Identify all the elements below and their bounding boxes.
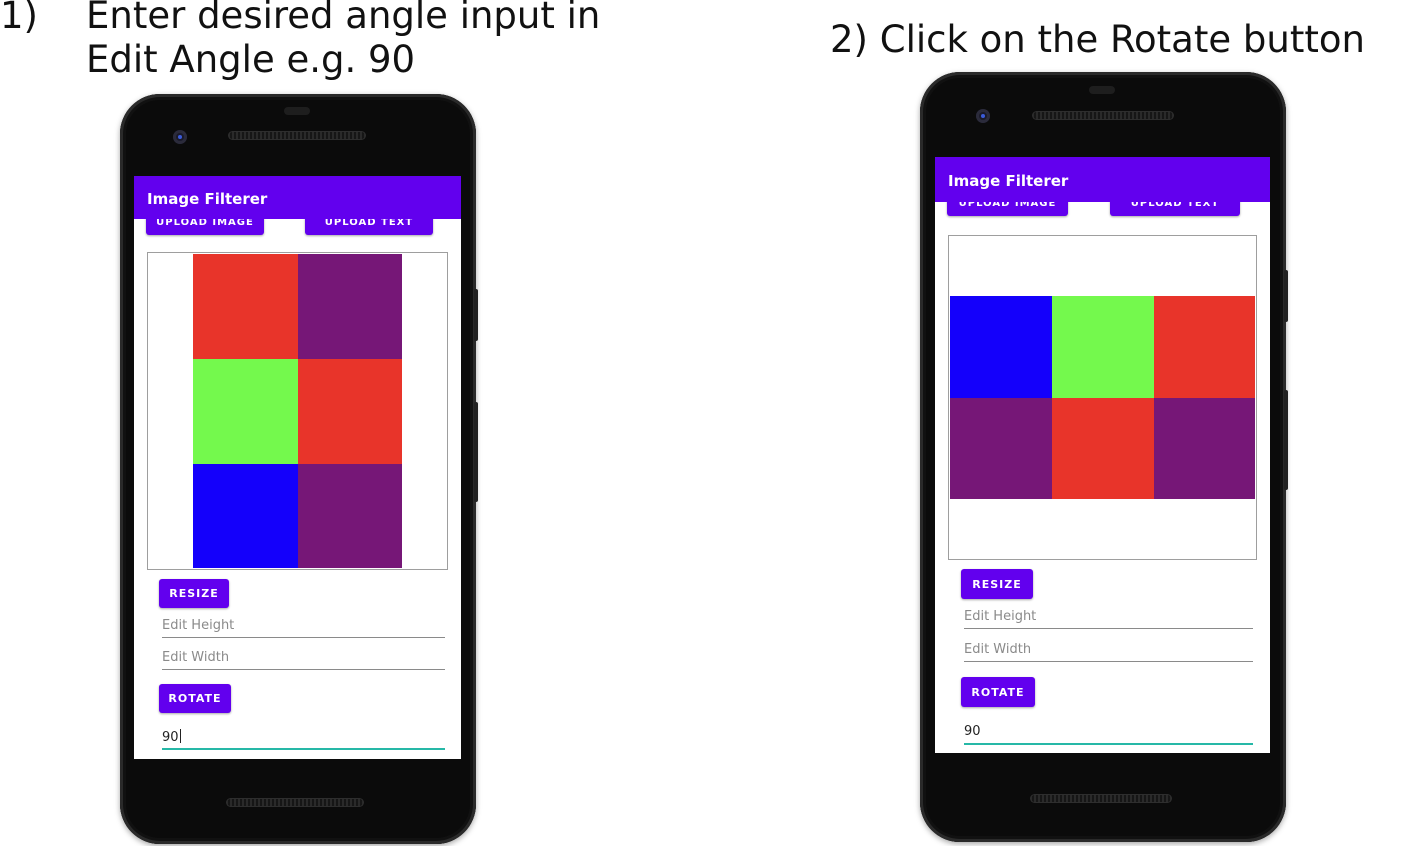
right-image-cell (950, 296, 1052, 398)
right-phone-bottom-speaker (1030, 794, 1172, 803)
right-image-cell (1052, 296, 1154, 398)
left-phone-frame: Image Filterer UPLOAD IMAGE UPLOAD TEXT … (120, 94, 478, 844)
left-image-view (147, 252, 448, 570)
left-angle-value: 90 (162, 730, 179, 745)
step1-line1: Enter desired angle input in (86, 0, 601, 37)
right-phone-power-button (1284, 270, 1288, 322)
right-app-bar: Image Filterer (935, 157, 1270, 202)
left-phone-camera-icon (173, 130, 187, 144)
right-edit-width-field[interactable]: Edit Width (964, 642, 1253, 662)
right-phone-camera-icon (976, 109, 990, 123)
left-rotate-button[interactable]: ROTATE (159, 684, 231, 713)
left-phone-top-speaker (228, 131, 366, 140)
right-edit-angle-field[interactable]: 90 (964, 724, 1253, 745)
right-image-view (948, 235, 1257, 560)
left-phone-volume-button (474, 402, 478, 502)
left-phone-bottom-speaker (226, 798, 364, 807)
step1-instruction: 1) Enter desired angle input in Edit Ang… (0, 0, 600, 90)
left-phone-screen: Image Filterer UPLOAD IMAGE UPLOAD TEXT … (134, 176, 461, 759)
left-phone-power-button (474, 289, 478, 341)
text-cursor (179, 729, 181, 743)
right-phone-screen: Image Filterer UPLOAD IMAGE UPLOAD TEXT … (935, 157, 1270, 753)
left-phone-sensor (284, 107, 310, 115)
step1-number: 1) (0, 0, 38, 37)
left-resize-button[interactable]: RESIZE (159, 579, 229, 608)
right-phone-top-speaker (1032, 111, 1174, 120)
left-edit-angle-field[interactable]: 90 (162, 729, 445, 750)
step2-instruction: 2) Click on the Rotate button (830, 18, 1365, 61)
right-app-title: Image Filterer (948, 172, 1069, 190)
right-edit-height-field[interactable]: Edit Height (964, 609, 1253, 629)
right-phone-frame: Image Filterer UPLOAD IMAGE UPLOAD TEXT … (920, 72, 1288, 842)
step1-line2: Edit Angle e.g. 90 (86, 38, 416, 81)
right-rotate-button[interactable]: ROTATE (961, 677, 1035, 707)
right-image-cell (950, 398, 1052, 499)
left-image-cell (193, 359, 298, 464)
left-edit-height-field[interactable]: Edit Height (162, 618, 445, 638)
left-edit-width-field[interactable]: Edit Width (162, 650, 445, 670)
right-image-cell (1052, 398, 1154, 499)
left-app-title: Image Filterer (147, 190, 268, 208)
left-image-cell (193, 254, 298, 359)
right-phone-sensor (1089, 86, 1115, 94)
left-image-cell (298, 464, 402, 568)
left-image-cell (193, 464, 298, 568)
right-image-cell (1154, 296, 1255, 398)
left-image-cell (298, 254, 402, 359)
right-image-cell (1154, 398, 1255, 499)
right-resize-button[interactable]: RESIZE (961, 569, 1033, 599)
left-app-bar: Image Filterer (134, 176, 461, 219)
left-image-cell (298, 359, 402, 464)
right-phone-volume-button (1284, 390, 1288, 490)
